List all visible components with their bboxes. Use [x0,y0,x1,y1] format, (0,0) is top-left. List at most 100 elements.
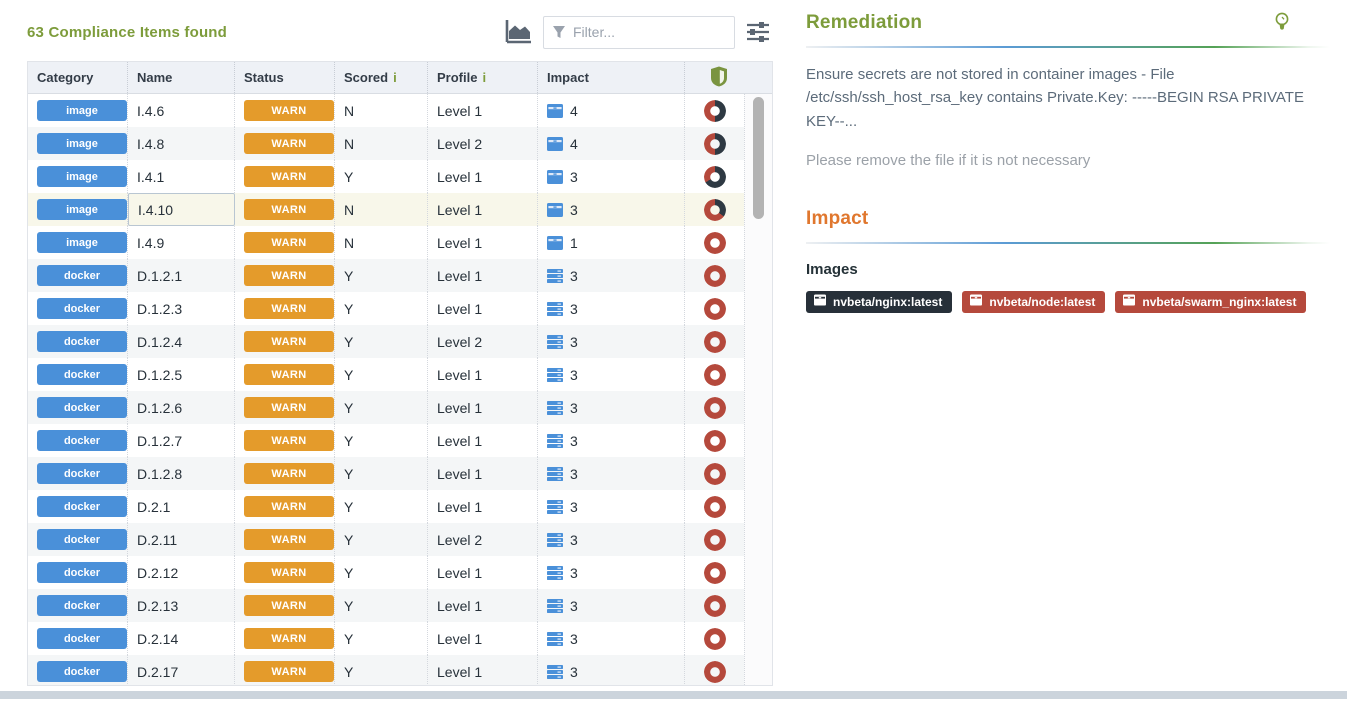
lightbulb-icon[interactable] [1274,12,1290,38]
horizontal-scrollbar-thumb[interactable] [0,691,1347,699]
category-badge[interactable]: docker [37,562,127,583]
name-cell[interactable]: D.1.2.7 [128,424,235,457]
image-badge[interactable]: nvbeta/swarm_nginx:latest [1115,291,1306,313]
severity-donut-chart[interactable] [704,496,726,518]
category-badge[interactable]: docker [37,364,127,385]
name-cell[interactable]: D.1.2.3 [128,292,235,325]
impact-count: 3 [570,400,578,416]
severity-donut-chart[interactable] [704,166,726,188]
column-header-impact[interactable]: Impact [538,62,685,93]
category-badge[interactable]: docker [37,628,127,649]
name-cell[interactable]: D.2.14 [128,622,235,655]
severity-donut-chart[interactable] [704,463,726,485]
table-row[interactable]: dockerD.2.14WARNYLevel 13 [28,622,772,655]
image-badge[interactable]: nvbeta/nginx:latest [806,291,952,313]
name-cell[interactable]: I.4.9 [128,226,235,259]
severity-donut-chart[interactable] [704,595,726,617]
table-row[interactable]: imageI.4.6WARNNLevel 14 [28,94,772,127]
severity-donut-chart[interactable] [704,199,726,221]
name-cell[interactable]: D.2.13 [128,589,235,622]
severity-donut-chart[interactable] [704,364,726,386]
severity-donut-chart[interactable] [704,430,726,452]
name-cell[interactable]: D.2.1 [128,490,235,523]
shield-icon [710,66,728,90]
severity-donut-chart[interactable] [704,661,726,683]
severity-donut-chart[interactable] [704,298,726,320]
name-cell[interactable]: D.1.2.8 [128,457,235,490]
status-badge: WARN [244,496,334,517]
category-badge[interactable]: image [37,199,127,220]
category-badge[interactable]: image [37,100,127,121]
name-cell[interactable]: D.2.12 [128,556,235,589]
category-badge[interactable]: docker [37,298,127,319]
info-icon[interactable]: i [482,70,486,85]
name-cell[interactable]: I.4.10 [128,193,235,226]
table-row[interactable]: imageI.4.9WARNNLevel 11 [28,226,772,259]
category-badge[interactable]: image [37,232,127,253]
category-badge[interactable]: docker [37,529,127,550]
severity-donut-chart[interactable] [704,397,726,419]
column-header-scored[interactable]: Scoredi [335,62,428,93]
table-row[interactable]: dockerD.1.2.4WARNYLevel 23 [28,325,772,358]
table-row[interactable]: dockerD.2.1WARNYLevel 13 [28,490,772,523]
name-cell[interactable]: D.1.2.6 [128,391,235,424]
table-row[interactable]: dockerD.1.2.1WARNYLevel 13 [28,259,772,292]
table-row[interactable]: dockerD.2.12WARNYLevel 13 [28,556,772,589]
column-header-status[interactable]: Status [235,62,335,93]
severity-donut-chart[interactable] [704,133,726,155]
category-badge[interactable]: image [37,133,127,154]
name-cell[interactable]: D.1.2.4 [128,325,235,358]
category-badge[interactable]: docker [37,661,127,682]
category-badge[interactable]: docker [37,397,127,418]
category-badge[interactable]: image [37,166,127,187]
table-row[interactable]: dockerD.2.17WARNYLevel 13 [28,655,772,685]
info-icon[interactable]: i [393,70,397,85]
area-chart-icon[interactable] [503,17,535,47]
name-cell[interactable]: D.1.2.1 [128,259,235,292]
severity-donut-chart[interactable] [704,529,726,551]
column-header-profile[interactable]: Profilei [428,62,538,93]
filter-input[interactable] [573,24,726,40]
table-row[interactable]: dockerD.2.11WARNYLevel 23 [28,523,772,556]
profile-cell: Level 1 [428,193,538,226]
category-badge[interactable]: docker [37,595,127,616]
category-badge[interactable]: docker [37,496,127,517]
category-badge[interactable]: docker [37,463,127,484]
image-badge[interactable]: nvbeta/node:latest [962,291,1105,313]
table-row[interactable]: imageI.4.10WARNNLevel 13 [28,193,772,226]
table-row[interactable]: dockerD.1.2.8WARNYLevel 13 [28,457,772,490]
category-badge[interactable]: docker [37,265,127,286]
sliders-icon[interactable] [743,17,773,47]
table-row[interactable]: dockerD.1.2.7WARNYLevel 13 [28,424,772,457]
name-cell[interactable]: I.4.8 [128,127,235,160]
category-badge[interactable]: docker [37,331,127,352]
name-cell[interactable]: D.2.11 [128,523,235,556]
name-cell[interactable]: I.4.6 [128,94,235,127]
name-cell[interactable]: D.1.2.5 [128,358,235,391]
horizontal-scrollbar[interactable] [0,690,1361,700]
name-cell[interactable]: D.2.17 [128,655,235,685]
column-header-shield[interactable] [685,62,744,93]
severity-donut-chart[interactable] [704,232,726,254]
table-row[interactable]: imageI.4.8WARNNLevel 24 [28,127,772,160]
table-row[interactable]: imageI.4.1WARNYLevel 13 [28,160,772,193]
category-cell: docker [28,622,128,655]
column-header-name[interactable]: Name [128,62,235,93]
table-row[interactable]: dockerD.1.2.5WARNYLevel 13 [28,358,772,391]
severity-donut-chart[interactable] [704,265,726,287]
column-header-category[interactable]: Category [28,62,128,93]
vertical-scrollbar-thumb[interactable] [753,97,764,219]
scored-cell: Y [335,358,428,391]
severity-donut-chart[interactable] [704,562,726,584]
severity-donut-chart[interactable] [704,331,726,353]
name-cell[interactable]: I.4.1 [128,160,235,193]
table-row[interactable]: dockerD.1.2.6WARNYLevel 13 [28,391,772,424]
vertical-scrollbar[interactable] [744,94,772,685]
table-row[interactable]: dockerD.1.2.3WARNYLevel 13 [28,292,772,325]
status-cell: WARN [235,556,335,589]
table-row[interactable]: dockerD.2.13WARNYLevel 13 [28,589,772,622]
category-cell: docker [28,424,128,457]
severity-donut-chart[interactable] [704,100,726,122]
category-badge[interactable]: docker [37,430,127,451]
severity-donut-chart[interactable] [704,628,726,650]
